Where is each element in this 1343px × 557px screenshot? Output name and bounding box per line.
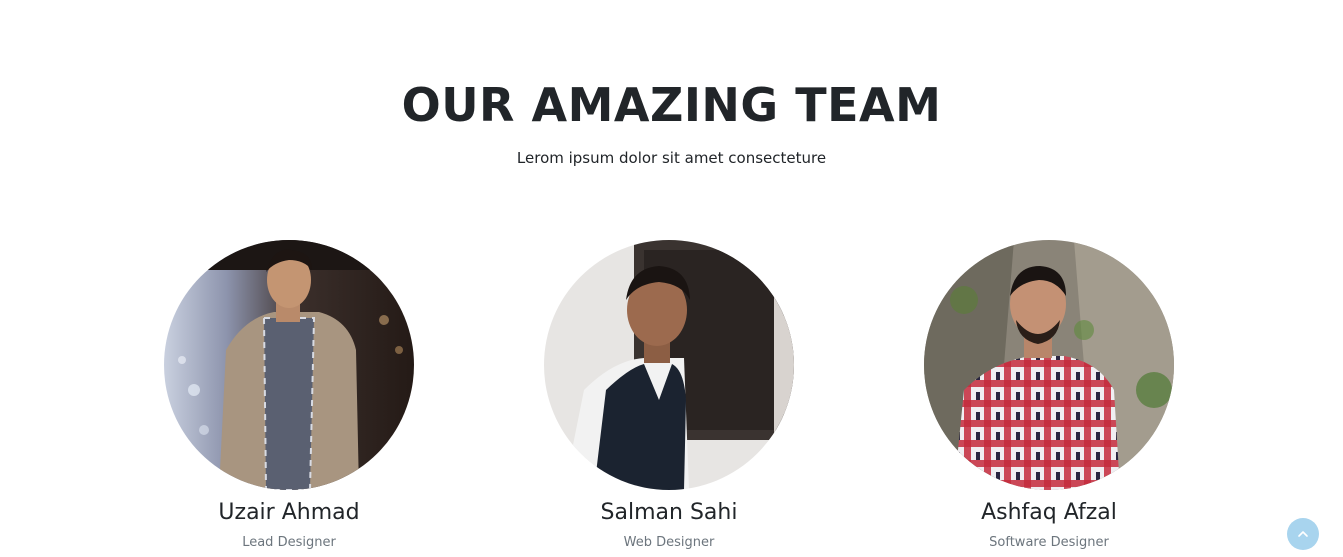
scroll-to-top-button[interactable] — [1287, 518, 1319, 550]
chevron-up-icon — [1298, 531, 1308, 537]
team-member-photo — [544, 240, 794, 490]
team-member-name: Uzair Ahmad — [218, 500, 360, 525]
section-subtitle: Lerom ipsum dolor sit amet consecteture — [516, 149, 827, 167]
team-section: OUR AMAZING TEAM Lerom ipsum dolor sit a… — [0, 0, 1343, 557]
team-member-name: Salman Sahi — [600, 500, 738, 525]
team-member-card: Ashfaq Afzal Software Designer — [899, 240, 1199, 551]
team-member-role: Software Designer — [989, 535, 1109, 550]
team-member-role: Web Designer — [623, 535, 715, 550]
team-member-photo — [164, 240, 414, 490]
team-member-card: Salman Sahi Web Designer — [519, 240, 819, 551]
team-member-role: Lead Designer — [242, 535, 336, 550]
section-title: OUR AMAZING TEAM — [401, 78, 942, 132]
team-member-name: Ashfaq Afzal — [981, 500, 1117, 525]
team-member-photo — [924, 240, 1174, 490]
team-member-card: Uzair Ahmad Lead Designer — [139, 240, 439, 551]
